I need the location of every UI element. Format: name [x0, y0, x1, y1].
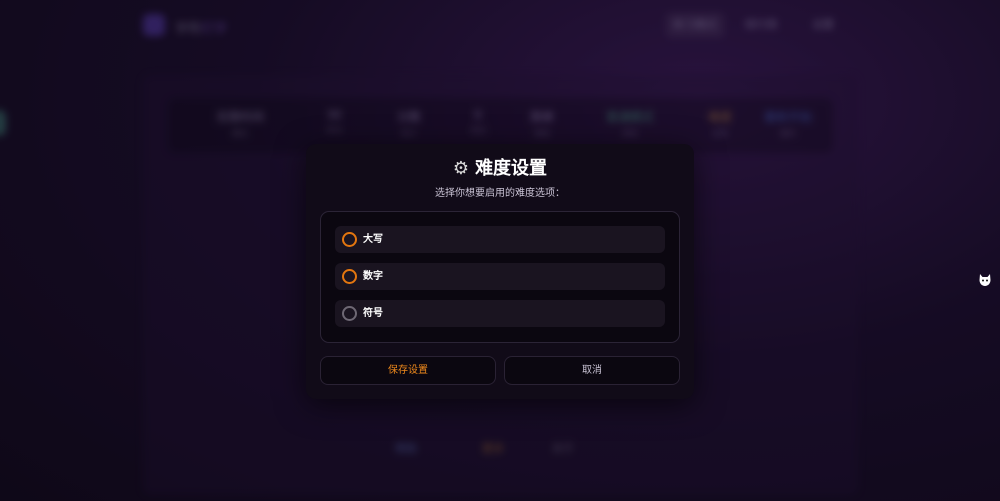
options-container: 大写 数字 符号: [320, 211, 680, 343]
option-label: 数字: [363, 271, 383, 282]
gear-icon: ⚙: [452, 158, 470, 179]
option-symbols[interactable]: 符号: [335, 300, 665, 327]
modal-title-row: ⚙ 难度设置: [306, 158, 694, 180]
radio-symbols[interactable]: [342, 306, 357, 321]
cancel-button[interactable]: 取消: [504, 356, 680, 385]
difficulty-settings-modal: ⚙ 难度设置 选择你想要启用的难度选项： 大写 数字 符号 保存设置 取消: [306, 144, 694, 399]
option-uppercase[interactable]: 大写: [335, 226, 665, 253]
save-button[interactable]: 保存设置: [320, 356, 496, 385]
cat-icon[interactable]: [975, 272, 995, 292]
modal-title: 难度设置: [475, 158, 548, 179]
option-numbers[interactable]: 数字: [335, 263, 665, 290]
option-label: 符号: [363, 308, 383, 319]
radio-numbers[interactable]: [342, 269, 357, 284]
cat-icon-svg: [979, 274, 991, 286]
option-label: 大写: [363, 234, 383, 245]
modal-subtitle: 选择你想要启用的难度选项：: [435, 188, 565, 199]
radio-uppercase[interactable]: [342, 232, 357, 247]
